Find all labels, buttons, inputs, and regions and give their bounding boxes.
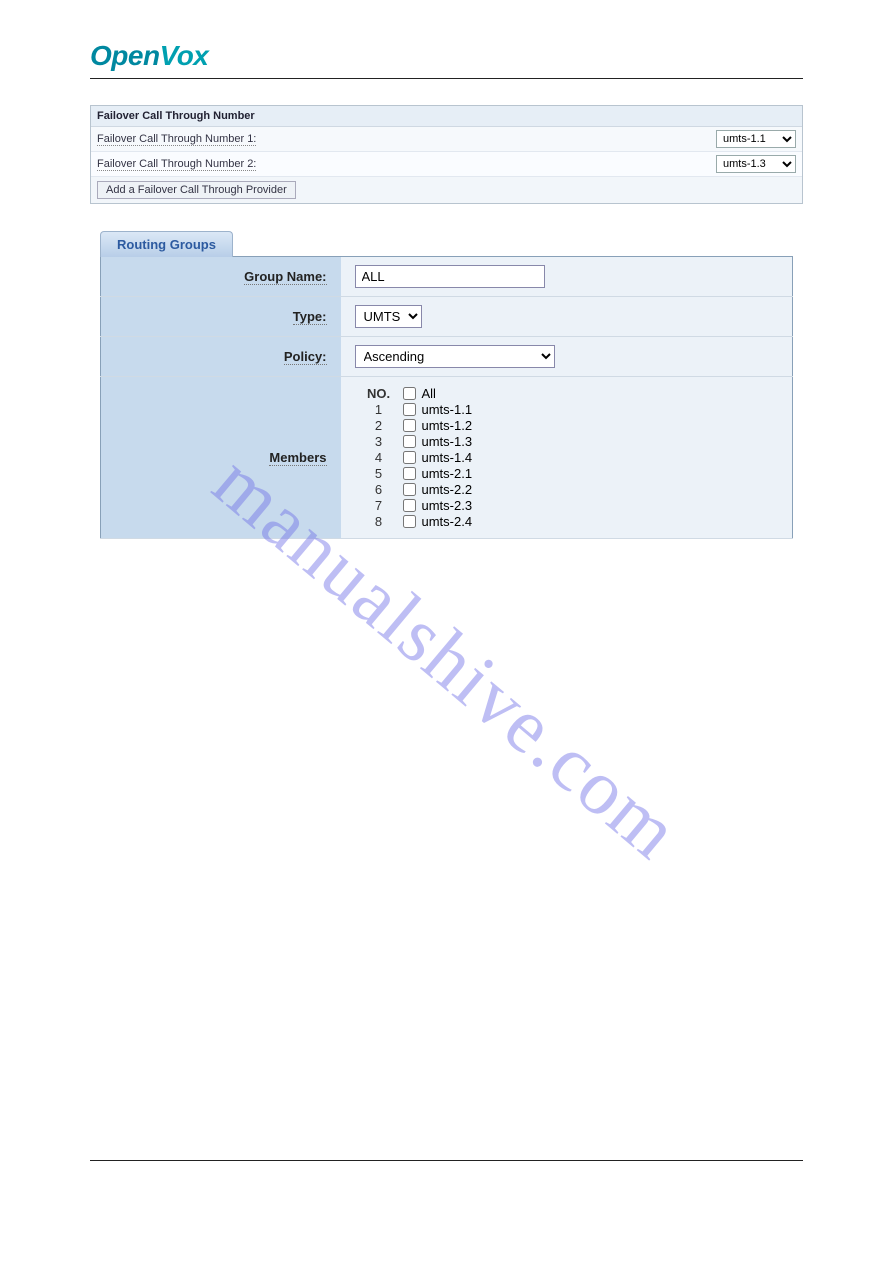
members-no: 8: [355, 514, 403, 529]
routing-groups-tab[interactable]: Routing Groups: [100, 231, 233, 257]
type-label: Type:: [293, 309, 327, 325]
members-checkbox-7[interactable]: [403, 499, 416, 512]
members-no: 7: [355, 498, 403, 513]
members-no: 5: [355, 466, 403, 481]
members-label: Members: [269, 450, 326, 466]
members-item-label: umts-2.1: [422, 466, 473, 481]
failover-row-2: Failover Call Through Number 2: umts-1.3: [91, 152, 802, 177]
members-no: 3: [355, 434, 403, 449]
failover-header: Failover Call Through Number: [91, 106, 802, 127]
failover-label-2: Failover Call Through Number 2:: [97, 158, 256, 171]
members-item-label: umts-1.2: [422, 418, 473, 433]
group-name-label: Group Name:: [244, 269, 326, 285]
members-item-label: umts-1.1: [422, 402, 473, 417]
members-no: 2: [355, 418, 403, 433]
failover-panel: Failover Call Through Number Failover Ca…: [90, 105, 803, 204]
members-checkbox-5[interactable]: [403, 467, 416, 480]
members-no: 4: [355, 450, 403, 465]
group-name-input[interactable]: [355, 265, 545, 288]
routing-groups-panel: Routing Groups Group Name: Type: UMTS Po…: [100, 230, 793, 539]
logo: OpenVox: [90, 40, 803, 72]
members-item-label: umts-1.3: [422, 434, 473, 449]
policy-label: Policy:: [284, 349, 327, 365]
members-checkbox-1[interactable]: [403, 403, 416, 416]
type-select[interactable]: UMTS: [355, 305, 422, 328]
members-no: 6: [355, 482, 403, 497]
logo-vox: Vox: [160, 40, 209, 71]
members-checkbox-4[interactable]: [403, 451, 416, 464]
members-item-label: umts-1.4: [422, 450, 473, 465]
add-failover-provider-button[interactable]: Add a Failover Call Through Provider: [97, 181, 296, 199]
members-item-label: umts-2.3: [422, 498, 473, 513]
members-checkbox-8[interactable]: [403, 515, 416, 528]
failover-button-row: Add a Failover Call Through Provider: [91, 177, 802, 203]
members-no: 1: [355, 402, 403, 417]
members-item-label: umts-2.2: [422, 482, 473, 497]
members-item-label: umts-2.4: [422, 514, 473, 529]
failover-select-2[interactable]: umts-1.3: [716, 155, 796, 173]
members-item-label: All: [422, 386, 436, 401]
failover-row-1: Failover Call Through Number 1: umts-1.1: [91, 127, 802, 152]
members-checkbox-all[interactable]: [403, 387, 416, 400]
members-checkbox-3[interactable]: [403, 435, 416, 448]
members-list: NO. All 1 umts-1.1 2 umts-1.2: [355, 385, 473, 530]
policy-select[interactable]: Ascending: [355, 345, 555, 368]
footer-rule: [90, 1160, 803, 1161]
header-rule: [90, 78, 803, 79]
members-checkbox-6[interactable]: [403, 483, 416, 496]
logo-open: Open: [90, 40, 160, 71]
failover-select-1[interactable]: umts-1.1: [716, 130, 796, 148]
members-no-header: NO.: [355, 386, 403, 401]
failover-label-1: Failover Call Through Number 1:: [97, 133, 256, 146]
members-checkbox-2[interactable]: [403, 419, 416, 432]
